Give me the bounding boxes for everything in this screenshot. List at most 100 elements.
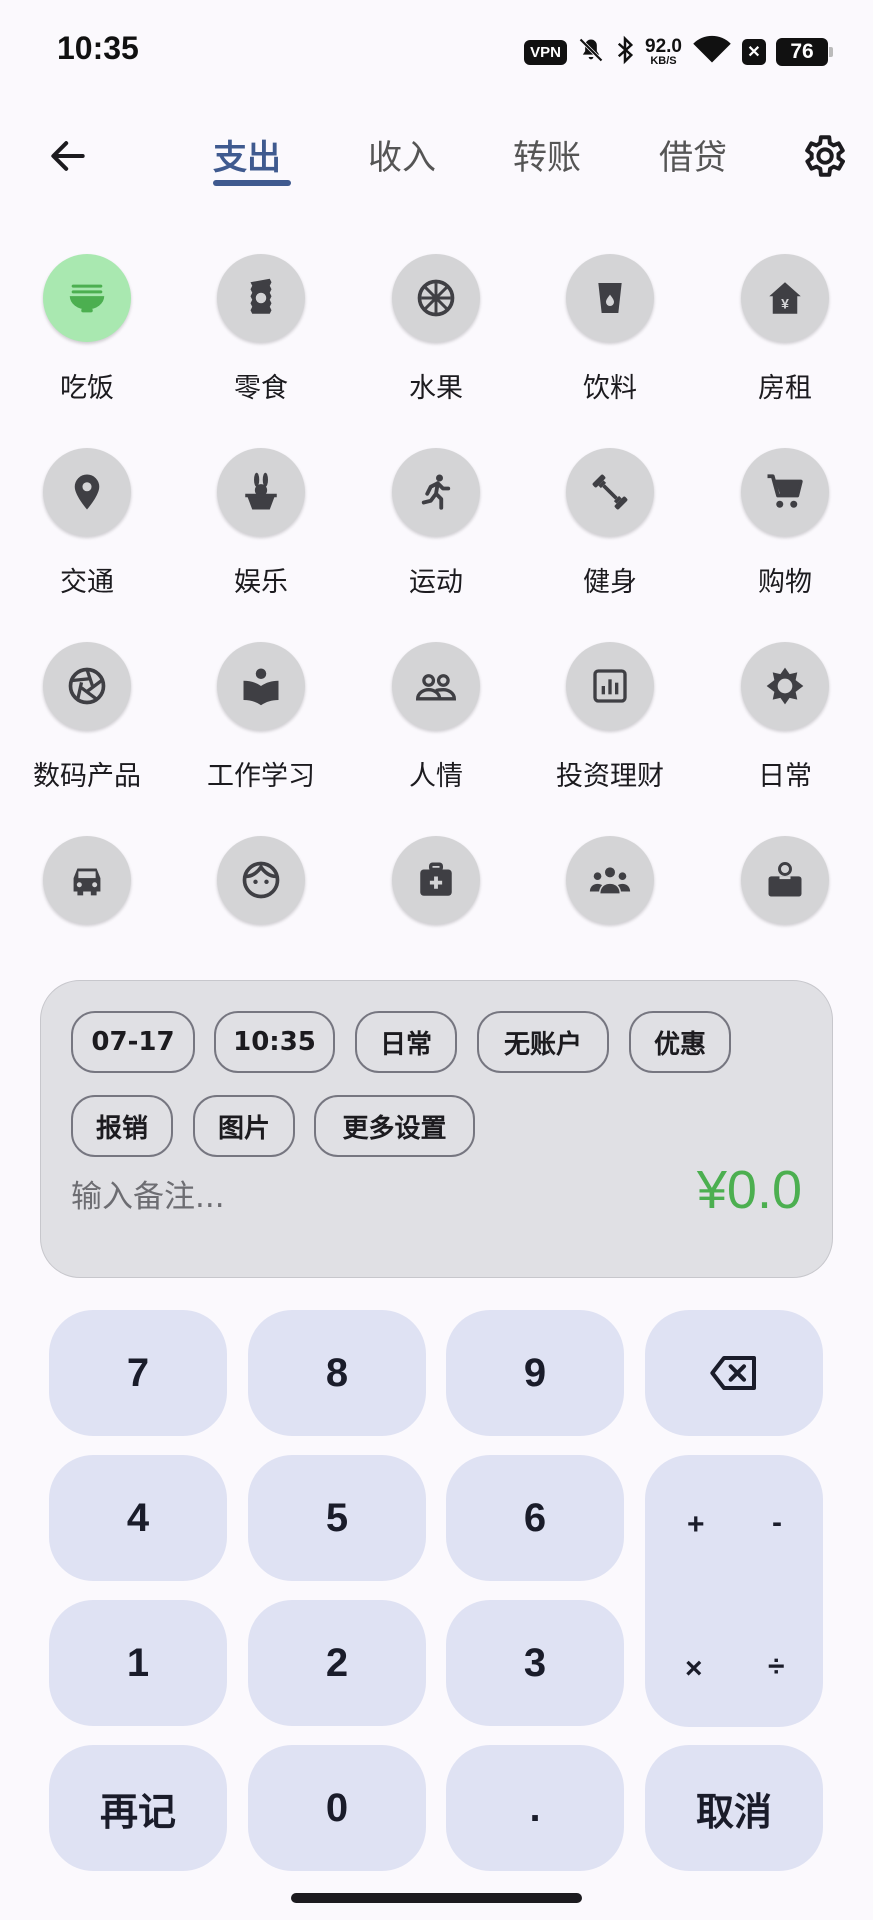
category-digital[interactable]: 数码产品 bbox=[0, 628, 174, 808]
record-again-button[interactable]: 再记 bbox=[49, 1745, 227, 1871]
category-label: 吃饭 bbox=[60, 373, 114, 404]
category-exercise[interactable]: 运动 bbox=[349, 434, 523, 614]
battery-icon: 76 bbox=[776, 38, 833, 66]
minus-operator[interactable]: - bbox=[772, 1506, 782, 1540]
status-bar: 10:35 VPN 92.0 KB/S ✕ 76 bbox=[0, 0, 873, 100]
more-settings-chip[interactable]: 更多设置 bbox=[314, 1095, 475, 1157]
cup-icon bbox=[566, 254, 654, 342]
category-donation[interactable]: 捐赠 bbox=[698, 822, 872, 955]
plus-operator[interactable]: + bbox=[687, 1508, 705, 1542]
amount-display: ¥0.0 bbox=[696, 1160, 802, 1220]
category-parenting[interactable]: 育儿 bbox=[174, 822, 348, 955]
magic-hat-rabbit-icon bbox=[217, 448, 305, 536]
network-speed: 92.0 KB/S bbox=[645, 37, 682, 67]
category-label: 饮料 bbox=[583, 373, 637, 404]
shopping-cart-icon bbox=[741, 448, 829, 536]
citrus-slice-icon bbox=[392, 254, 480, 342]
house-yuan-icon: ¥ bbox=[741, 254, 829, 342]
key-5[interactable]: 5 bbox=[248, 1455, 426, 1581]
category-rent[interactable]: ¥ 房租 bbox=[698, 240, 872, 420]
reading-person-icon bbox=[217, 642, 305, 730]
speed-unit: KB/S bbox=[650, 55, 677, 67]
tab-expense[interactable]: 支出 bbox=[213, 130, 281, 179]
category-label: 工作学习 bbox=[207, 761, 315, 792]
operator-key[interactable]: + - × ÷ bbox=[645, 1455, 823, 1727]
status-icons: VPN 92.0 KB/S ✕ 76 bbox=[524, 33, 833, 71]
date-chip[interactable]: 07-17 bbox=[71, 1011, 195, 1073]
medical-kit-icon bbox=[392, 836, 480, 924]
child-face-icon bbox=[217, 836, 305, 924]
tab-transfer[interactable]: 转账 bbox=[513, 130, 581, 179]
wifi-icon bbox=[692, 35, 732, 69]
category-label: 健身 bbox=[583, 567, 637, 598]
x-icon: ✕ bbox=[742, 39, 766, 65]
entry-card: 07-17 10:35 日常 无账户 优惠 报销 图片 更多设置 输入备注...… bbox=[40, 980, 833, 1278]
category-snacks[interactable]: 零食 bbox=[174, 240, 348, 420]
header: 支出 收入 转账 借贷 bbox=[0, 110, 873, 200]
category-eating[interactable]: 吃饭 bbox=[0, 240, 174, 420]
category-label: 医疗 bbox=[349, 948, 523, 955]
multiply-operator[interactable]: × bbox=[685, 1652, 703, 1686]
location-pin-icon bbox=[43, 448, 131, 536]
category-label: 家庭 bbox=[523, 948, 697, 955]
backspace-icon bbox=[710, 1356, 756, 1390]
discount-chip[interactable]: 优惠 bbox=[629, 1011, 731, 1073]
key-0[interactable]: 0 bbox=[248, 1745, 426, 1871]
image-chip[interactable]: 图片 bbox=[193, 1095, 295, 1157]
family-icon bbox=[566, 836, 654, 924]
category-investment[interactable]: 投资理财 bbox=[523, 628, 697, 808]
tab-income[interactable]: 收入 bbox=[368, 130, 436, 179]
category-label: 投资理财 bbox=[556, 761, 664, 792]
category-work-study[interactable]: 工作学习 bbox=[174, 628, 348, 808]
category-fruit[interactable]: 水果 bbox=[349, 240, 523, 420]
running-person-icon bbox=[392, 448, 480, 536]
back-button[interactable] bbox=[40, 128, 96, 184]
category-label: 人情 bbox=[409, 761, 463, 792]
category-entertainment[interactable]: 娱乐 bbox=[174, 434, 348, 614]
arrow-left-icon bbox=[51, 141, 85, 171]
home-indicator[interactable] bbox=[291, 1893, 582, 1903]
category-label: 水果 bbox=[409, 373, 463, 404]
reimburse-chip[interactable]: 报销 bbox=[71, 1095, 173, 1157]
category-daily[interactable]: 日常 bbox=[698, 628, 872, 808]
category-gifts[interactable]: 人情 bbox=[349, 628, 523, 808]
snack-bag-icon bbox=[217, 254, 305, 342]
account-chip[interactable]: 无账户 bbox=[477, 1011, 609, 1073]
category-drinks[interactable]: 饮料 bbox=[523, 240, 697, 420]
divide-operator[interactable]: ÷ bbox=[768, 1650, 784, 1684]
category-shopping[interactable]: 购物 bbox=[698, 434, 872, 614]
category-label: 娱乐 bbox=[234, 567, 288, 598]
tab-loan[interactable]: 借贷 bbox=[659, 130, 727, 179]
category-grid: 吃饭 零食 水果 饮料 ¥ 房租 交通 娱乐 运动 健身 购物 数码产品 工作学… bbox=[0, 240, 873, 955]
speed-value: 92.0 bbox=[645, 36, 682, 57]
category-fitness[interactable]: 健身 bbox=[523, 434, 697, 614]
key-1[interactable]: 1 bbox=[49, 1600, 227, 1726]
status-time: 10:35 bbox=[57, 30, 139, 66]
backspace-button[interactable] bbox=[645, 1310, 823, 1436]
cancel-button[interactable]: 取消 bbox=[645, 1745, 823, 1871]
category-car[interactable]: 汽车 bbox=[0, 822, 174, 955]
bar-chart-icon bbox=[566, 642, 654, 730]
key-8[interactable]: 8 bbox=[248, 1310, 426, 1436]
key-6[interactable]: 6 bbox=[446, 1455, 624, 1581]
key-dot[interactable]: . bbox=[446, 1745, 624, 1871]
key-9[interactable]: 9 bbox=[446, 1310, 624, 1436]
key-2[interactable]: 2 bbox=[248, 1600, 426, 1726]
time-chip[interactable]: 10:35 bbox=[214, 1011, 335, 1073]
key-4[interactable]: 4 bbox=[49, 1455, 227, 1581]
bluetooth-icon bbox=[615, 35, 635, 69]
vpn-badge: VPN bbox=[524, 39, 568, 65]
key-7[interactable]: 7 bbox=[49, 1310, 227, 1436]
settings-button[interactable] bbox=[795, 128, 851, 184]
camera-aperture-icon bbox=[43, 642, 131, 730]
category-transport[interactable]: 交通 bbox=[0, 434, 174, 614]
category-label: 捐赠 bbox=[698, 948, 872, 955]
category-label: 房租 bbox=[758, 373, 812, 404]
note-input[interactable]: 输入备注... bbox=[71, 1171, 225, 1216]
category-family[interactable]: 家庭 bbox=[523, 822, 697, 955]
key-3[interactable]: 3 bbox=[446, 1600, 624, 1726]
category-chip[interactable]: 日常 bbox=[355, 1011, 457, 1073]
category-medical[interactable]: 医疗 bbox=[349, 822, 523, 955]
category-label: 汽车 bbox=[0, 948, 174, 955]
category-label: 购物 bbox=[758, 567, 812, 598]
